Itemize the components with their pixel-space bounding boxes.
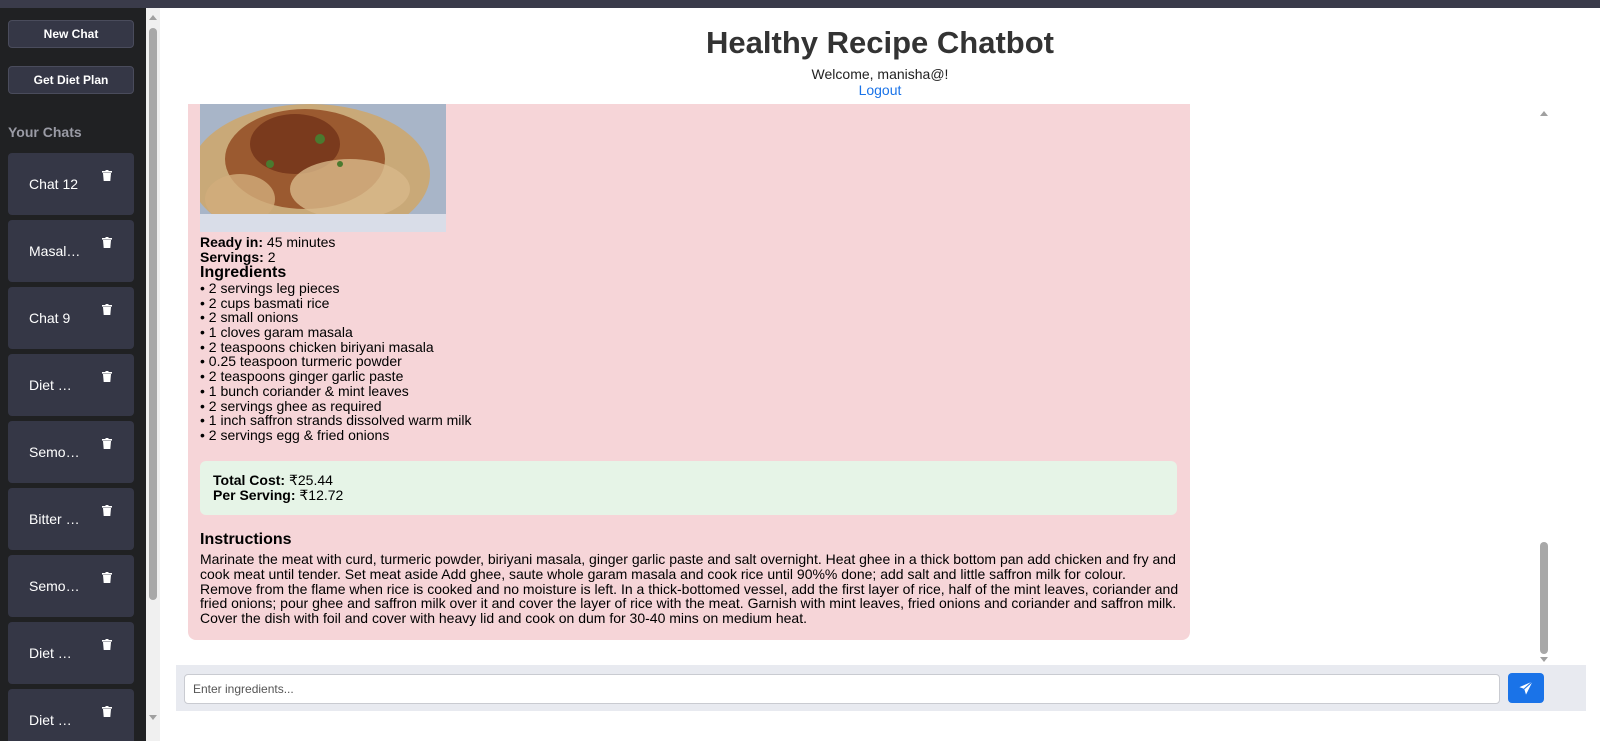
trash-icon[interactable] xyxy=(102,438,112,449)
total-cost-label: Total Cost: xyxy=(213,472,286,488)
servings-value: 2 xyxy=(267,249,276,265)
ingredient-item: • 2 teaspoons ginger garlic paste xyxy=(200,368,404,385)
sidebar-scrollbar[interactable] xyxy=(146,8,160,741)
main-panel: Healthy Recipe Chatbot Welcome, manisha@… xyxy=(160,8,1600,741)
ingredient-item: • 2 servings leg pieces xyxy=(200,280,340,296)
send-button[interactable] xyxy=(1508,673,1544,703)
chat-scroll-down-icon[interactable] xyxy=(1540,657,1548,662)
trash-icon[interactable] xyxy=(102,572,112,583)
chat-item-label: Diet … xyxy=(29,377,72,393)
chat-item-label: Bitter … xyxy=(29,511,80,527)
ingredient-item: • 1 bunch coriander & mint leaves xyxy=(200,382,409,399)
chat-item[interactable]: Diet … xyxy=(8,689,134,741)
paper-plane-icon xyxy=(1519,681,1533,695)
trash-icon[interactable] xyxy=(102,706,112,717)
ingredients-input[interactable] xyxy=(184,674,1500,704)
ingredient-item: • 2 small onions xyxy=(200,309,299,326)
ingredients-list: • 2 servings leg pieces • 2 cups basmati … xyxy=(200,281,472,443)
chat-item-label: Semo… xyxy=(29,444,80,460)
chat-item-label: Chat 9 xyxy=(29,310,71,326)
chat-item[interactable]: Bitter … xyxy=(8,488,134,550)
trash-icon[interactable] xyxy=(102,170,112,181)
chat-item[interactable]: Masal… xyxy=(8,220,134,282)
recipe-card: Ready in: 45 minutes Servings: 2 Ingredi… xyxy=(188,104,1190,640)
your-chats-heading: Your Chats xyxy=(8,124,82,140)
trash-icon[interactable] xyxy=(102,304,112,315)
page-title: Healthy Recipe Chatbot xyxy=(706,25,1054,60)
instructions-heading: Instructions xyxy=(200,531,292,548)
new-chat-button[interactable]: New Chat xyxy=(8,20,134,48)
chat-list: Chat 12 Masal… Chat 9 Diet … Semo… Bitter … Se… xyxy=(8,153,134,741)
ingredient-item: • 1 cloves garam masala xyxy=(200,324,353,341)
total-cost-value: ₹25.44 xyxy=(288,472,333,488)
cost-summary: Total Cost: ₹25.44 Per Serving: ₹12.72 xyxy=(200,461,1177,515)
sidebar: New Chat Get Diet Plan Your Chats Chat 1… xyxy=(0,8,146,741)
servings-label: Servings: xyxy=(200,249,264,265)
recipe-image xyxy=(200,104,446,232)
chat-item[interactable]: Chat 12 xyxy=(8,153,134,215)
ingredient-item: • 1 inch saffron strands dissolved warm … xyxy=(200,412,472,429)
per-serving-label: Per Serving: xyxy=(213,487,296,503)
chat-item[interactable]: Semo… xyxy=(8,421,134,483)
per-serving-row: Per Serving: ₹12.72 xyxy=(213,488,1164,503)
chat-item[interactable]: Semo… xyxy=(8,555,134,617)
ready-in-value: 45 minutes xyxy=(266,234,336,250)
trash-icon[interactable] xyxy=(102,371,112,382)
scroll-down-arrow-icon[interactable] xyxy=(149,715,157,720)
chat-item[interactable]: Chat 9 xyxy=(8,287,134,349)
ingredient-item: • 2 servings egg & fried onions xyxy=(200,426,390,443)
ingredient-item: • 2 teaspoons chicken biriyani masala xyxy=(200,338,434,355)
chat-scroll-up-icon[interactable] xyxy=(1540,111,1548,116)
trash-icon[interactable] xyxy=(102,237,112,248)
logout-link[interactable]: Logout xyxy=(160,82,1600,98)
chat-item-label: Diet … xyxy=(29,712,72,728)
ready-in-row: Ready in: 45 minutes xyxy=(200,234,335,250)
sidebar-scroll-thumb[interactable] xyxy=(149,28,157,600)
chat-item-label: Diet … xyxy=(29,645,72,661)
total-cost-row: Total Cost: ₹25.44 xyxy=(213,473,1164,488)
ready-in-label: Ready in: xyxy=(200,234,264,250)
scroll-up-arrow-icon[interactable] xyxy=(149,15,157,20)
chat-scroll-thumb[interactable] xyxy=(1540,542,1548,654)
servings-row: Servings: 2 xyxy=(200,249,276,265)
chat-scrollbar[interactable] xyxy=(1536,104,1552,664)
trash-icon[interactable] xyxy=(102,639,112,650)
trash-icon[interactable] xyxy=(102,505,112,516)
composer-bar xyxy=(176,665,1586,711)
chat-item-label: Chat 12 xyxy=(29,176,79,192)
chat-item-label: Masal… xyxy=(29,243,81,259)
chat-item[interactable]: Diet … xyxy=(8,622,134,684)
ingredient-item: • 0.25 teaspoon turmeric powder xyxy=(200,353,402,370)
ingredient-item: • 2 servings ghee as required xyxy=(200,397,382,414)
chat-window: Ready in: 45 minutes Servings: 2 Ingredi… xyxy=(176,104,1540,664)
per-serving-value: ₹12.72 xyxy=(299,487,344,503)
welcome-text: Welcome, manisha@! xyxy=(811,66,949,82)
window-top-bar xyxy=(0,0,1600,8)
chat-item-label: Semo… xyxy=(29,578,80,594)
instructions-text: Marinate the meat with curd, turmeric po… xyxy=(200,551,1179,627)
get-diet-plan-button[interactable]: Get Diet Plan xyxy=(8,66,134,94)
chat-item[interactable]: Diet … xyxy=(8,354,134,416)
ingredient-item: • 2 cups basmati rice xyxy=(200,294,330,311)
